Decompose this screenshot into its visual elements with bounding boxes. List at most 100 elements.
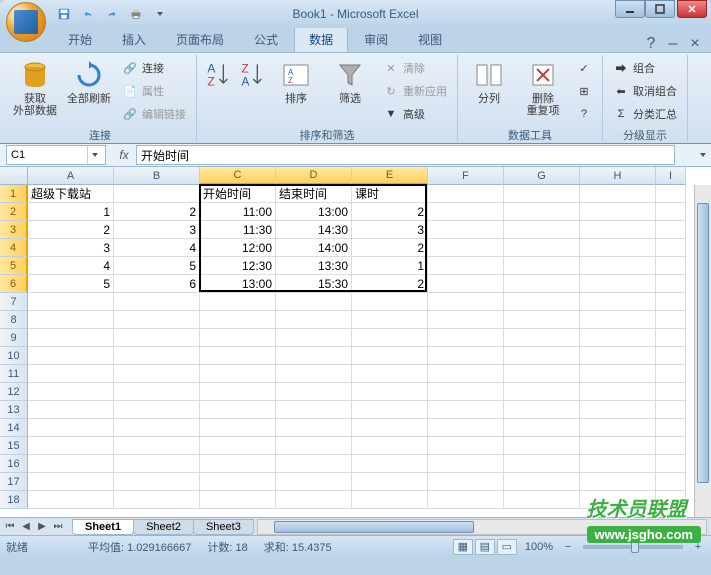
cell[interactable] [352,383,428,401]
group-button[interactable]: ⮕组合 [609,57,681,79]
cell[interactable] [352,419,428,437]
data-validation-button[interactable]: ✓ [572,57,596,79]
redo-icon[interactable] [102,4,122,24]
cell[interactable] [428,437,504,455]
select-all-corner[interactable] [0,167,28,185]
sort-desc-button[interactable]: ZA [237,57,267,93]
cell[interactable]: 12:30 [200,257,276,275]
column-header[interactable]: A [28,167,114,185]
ribbon-tab[interactable]: 公式 [240,27,292,52]
row-header[interactable]: 12 [0,383,28,401]
cell[interactable] [428,383,504,401]
column-header[interactable]: E [352,167,428,185]
cell[interactable] [656,329,686,347]
advanced-filter-button[interactable]: ▼高级 [379,103,451,125]
normal-view-icon[interactable]: ▦ [453,539,473,555]
column-header[interactable]: I [656,167,686,185]
cell[interactable] [580,347,656,365]
spreadsheet-grid[interactable]: ABCDEFGHI 123456789101112131415161718 超级… [0,167,711,517]
cell[interactable] [200,491,276,509]
cell[interactable] [580,329,656,347]
cell[interactable]: 13:30 [276,257,352,275]
row-header[interactable]: 4 [0,239,28,257]
page-break-view-icon[interactable]: ▭ [497,539,517,555]
cell[interactable] [28,401,114,419]
cell[interactable] [580,185,656,203]
cell[interactable] [114,419,200,437]
cell[interactable] [28,365,114,383]
cell[interactable] [352,455,428,473]
cell[interactable] [504,185,580,203]
cell[interactable] [200,293,276,311]
cells-area[interactable]: 超级下载站开始时间结束时间课时1211:0013:0022311:3014:30… [28,185,686,509]
cell[interactable]: 13:00 [200,275,276,293]
name-box-dropdown-icon[interactable] [87,146,101,164]
cell[interactable] [580,419,656,437]
column-header[interactable]: H [580,167,656,185]
row-header[interactable]: 5 [0,257,28,275]
cell[interactable] [276,383,352,401]
cell[interactable]: 4 [114,239,200,257]
cell[interactable] [504,455,580,473]
sheet-next-icon[interactable]: ▶ [34,519,50,535]
cell[interactable] [656,455,686,473]
cell[interactable] [656,293,686,311]
cell[interactable] [114,311,200,329]
cell[interactable]: 5 [28,275,114,293]
cell[interactable] [504,347,580,365]
cell[interactable] [428,221,504,239]
sort-asc-button[interactable]: AZ [203,57,233,93]
ribbon-tab[interactable]: 视图 [404,27,456,52]
cell[interactable] [656,401,686,419]
cell[interactable]: 14:00 [276,239,352,257]
cell[interactable] [428,185,504,203]
text-to-columns-button[interactable]: 分列 [464,57,514,107]
cell[interactable]: 超级下载站 [28,185,114,203]
cell[interactable] [352,437,428,455]
zoom-in-icon[interactable]: + [691,540,705,554]
zoom-out-icon[interactable]: − [561,540,575,554]
row-header[interactable]: 15 [0,437,28,455]
cell[interactable] [428,239,504,257]
zoom-slider[interactable] [583,545,683,549]
ribbon-tab[interactable]: 开始 [54,27,106,52]
cell[interactable]: 13:00 [276,203,352,221]
close-button[interactable] [677,0,707,18]
ribbon-tab[interactable]: 页面布局 [162,27,238,52]
print-icon[interactable] [126,4,146,24]
column-header[interactable]: C [200,167,276,185]
cell[interactable] [114,329,200,347]
cell[interactable] [28,311,114,329]
cell[interactable]: 1 [352,257,428,275]
cell[interactable] [580,401,656,419]
cell[interactable] [114,365,200,383]
cell[interactable] [428,329,504,347]
row-header[interactable]: 2 [0,203,28,221]
qat-customize-icon[interactable] [150,4,170,24]
cell[interactable] [580,491,656,509]
help-icon[interactable]: ? [643,36,659,52]
cell[interactable] [352,347,428,365]
cell[interactable]: 2 [352,203,428,221]
edit-links-button[interactable]: 🔗编辑链接 [118,103,190,125]
sheet-last-icon[interactable]: ⏭ [50,519,66,535]
cell[interactable] [276,311,352,329]
cell[interactable] [428,203,504,221]
cell[interactable] [580,437,656,455]
column-header[interactable]: B [114,167,200,185]
subtotal-button[interactable]: Σ分类汇总 [609,103,681,125]
cell[interactable] [428,275,504,293]
cell[interactable] [504,437,580,455]
cell[interactable] [276,419,352,437]
cell[interactable] [428,257,504,275]
column-header[interactable]: G [504,167,580,185]
cell[interactable] [428,473,504,491]
cell[interactable]: 6 [114,275,200,293]
cell[interactable] [200,329,276,347]
cell[interactable]: 2 [114,203,200,221]
cell[interactable] [28,437,114,455]
cell[interactable] [114,491,200,509]
consolidate-button[interactable]: ⊞ [572,80,596,102]
zoom-level[interactable]: 100% [525,541,553,553]
cell[interactable] [276,473,352,491]
